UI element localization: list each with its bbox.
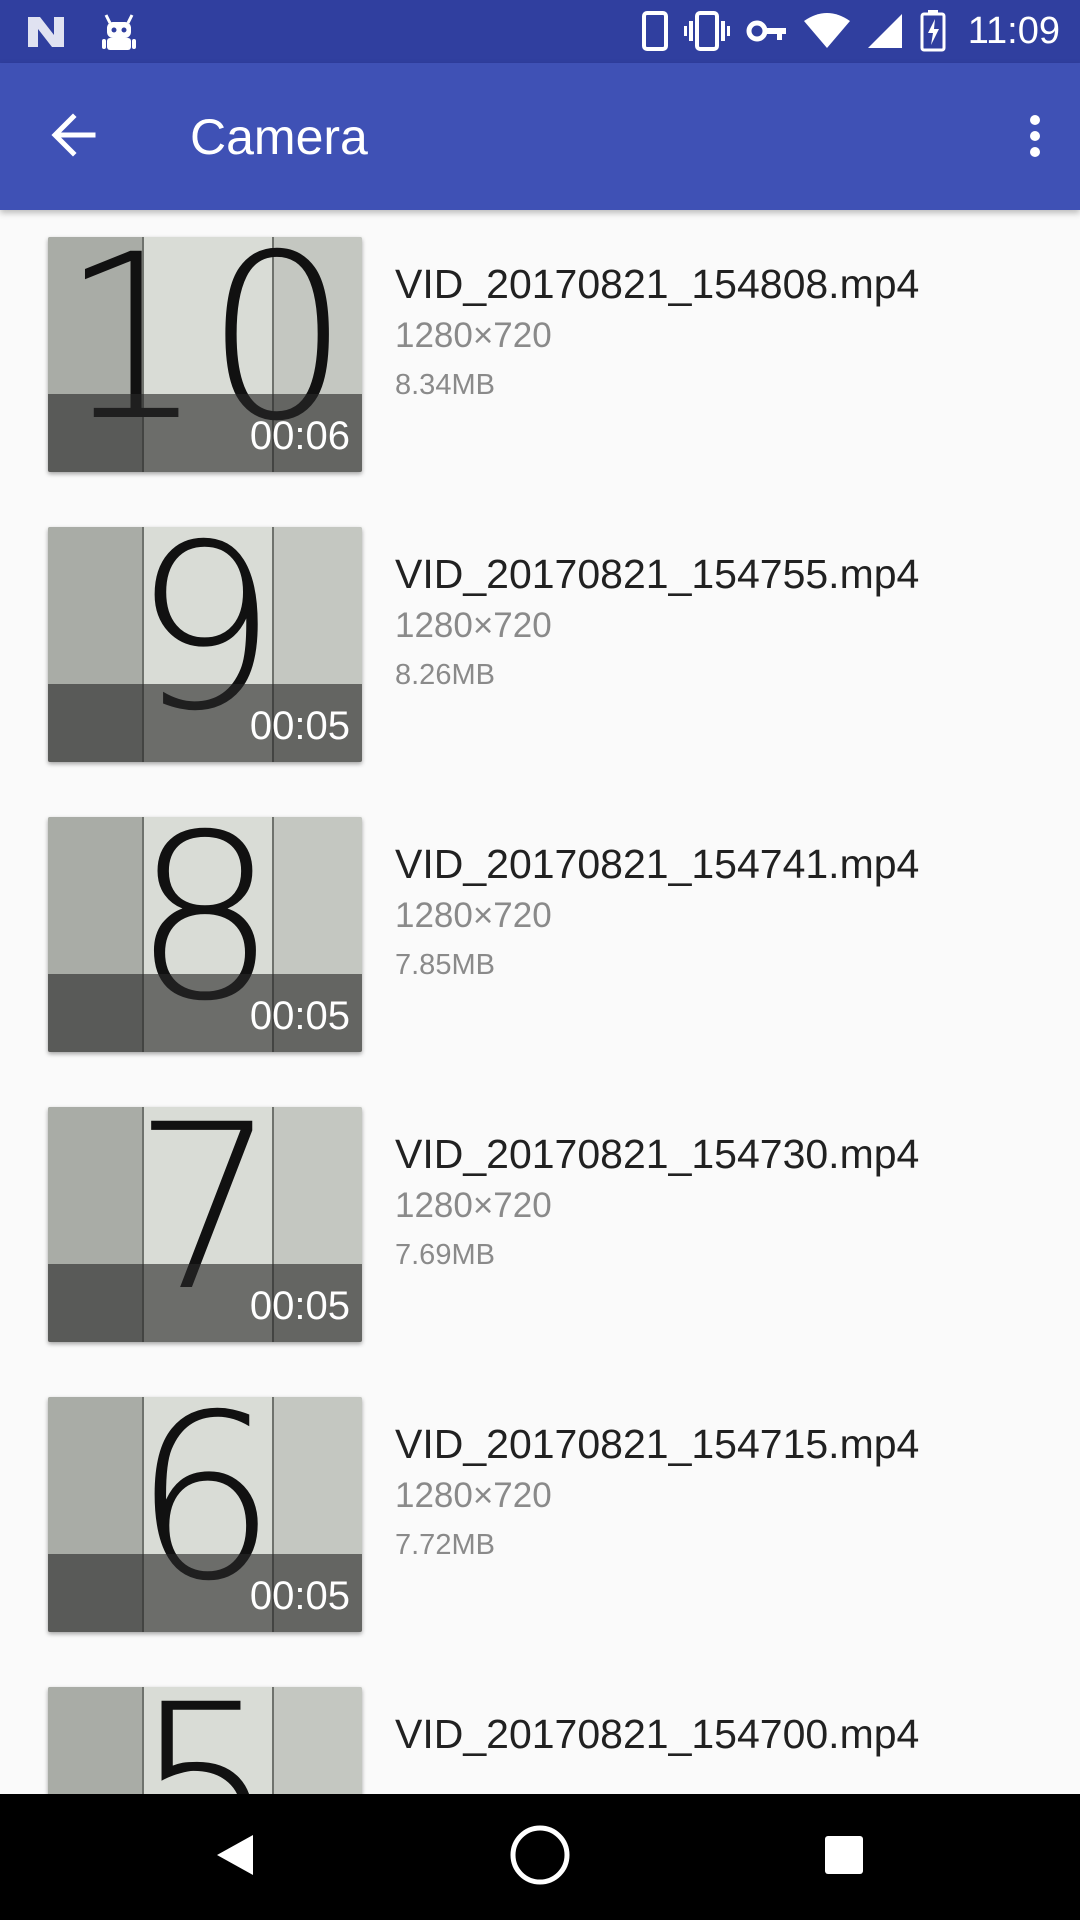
video-list[interactable]: 10 00:06 VID_20170821_154808.mp4 1280×72…	[0, 210, 1080, 1794]
status-time: 11:09	[967, 9, 1060, 52]
video-name: VID_20170821_154700.mp4	[395, 1711, 920, 1757]
video-duration: 00:06	[249, 414, 350, 458]
video-thumbnail: 6 00:05	[48, 1397, 362, 1632]
video-file-size: 7.69MB	[395, 1239, 495, 1271]
video-file-size: 8.26MB	[395, 659, 495, 691]
video-resolution: 1280×720	[395, 1186, 552, 1225]
video-duration: 00:05	[249, 1574, 350, 1618]
list-item[interactable]: 5 VID_20170821_154700.mp4	[0, 1660, 1080, 1794]
video-thumbnail: 5	[48, 1687, 362, 1794]
video-duration: 00:05	[249, 1284, 350, 1328]
list-item[interactable]: 7 00:05 VID_20170821_154730.mp4 1280×720…	[0, 1080, 1080, 1370]
video-file-size: 7.72MB	[395, 1529, 495, 1561]
video-name: VID_20170821_154715.mp4	[395, 1421, 920, 1467]
list-item[interactable]: 6 00:05 VID_20170821_154715.mp4 1280×720…	[0, 1370, 1080, 1660]
nav-back-button[interactable]	[195, 1817, 275, 1897]
phone-outline-icon	[641, 11, 668, 51]
video-resolution: 1280×720	[395, 896, 552, 935]
video-name: VID_20170821_154730.mp4	[395, 1131, 920, 1177]
battery-charging-icon	[920, 10, 946, 52]
vpn-key-icon	[746, 18, 788, 44]
thumbnail-digit: 5	[48, 1687, 362, 1794]
page-title: Camera	[190, 109, 368, 165]
recents-square-icon	[823, 1834, 865, 1881]
nav-recents-button[interactable]	[804, 1817, 884, 1897]
wifi-icon	[803, 13, 850, 49]
video-file-size: 7.85MB	[395, 949, 495, 981]
video-resolution: 1280×720	[395, 1476, 552, 1515]
navigation-bar	[0, 1794, 1080, 1920]
list-item[interactable]: 8 00:05 VID_20170821_154741.mp4 1280×720…	[0, 790, 1080, 1080]
back-button[interactable]	[38, 107, 108, 167]
arrow-back-icon	[49, 112, 97, 162]
video-name: VID_20170821_154755.mp4	[395, 551, 920, 597]
more-options-button[interactable]	[1000, 103, 1070, 173]
video-resolution: 1280×720	[395, 606, 552, 645]
video-thumbnail: 8 00:05	[48, 817, 362, 1052]
home-circle-icon	[509, 1824, 571, 1891]
video-thumbnail: 9 00:05	[48, 527, 362, 762]
video-resolution: 1280×720	[395, 316, 552, 355]
status-bar: 11:09	[0, 0, 1080, 63]
cellular-signal-icon	[866, 12, 904, 50]
notification-n-icon	[26, 15, 66, 49]
vibrate-icon	[683, 11, 730, 51]
video-thumbnail: 7 00:05	[48, 1107, 362, 1342]
video-name: VID_20170821_154741.mp4	[395, 841, 920, 887]
android-robot-icon	[100, 11, 138, 53]
video-name: VID_20170821_154808.mp4	[395, 261, 920, 307]
app-bar: Camera	[0, 63, 1080, 210]
back-triangle-icon	[213, 1831, 257, 1884]
video-thumbnail: 10 00:06	[48, 237, 362, 472]
video-file-size: 8.34MB	[395, 369, 495, 401]
video-duration: 00:05	[249, 704, 350, 748]
more-vert-icon	[1028, 114, 1042, 163]
list-item[interactable]: 10 00:06 VID_20170821_154808.mp4 1280×72…	[0, 210, 1080, 500]
video-duration: 00:05	[249, 994, 350, 1038]
list-item[interactable]: 9 00:05 VID_20170821_154755.mp4 1280×720…	[0, 500, 1080, 790]
nav-home-button[interactable]	[500, 1817, 580, 1897]
